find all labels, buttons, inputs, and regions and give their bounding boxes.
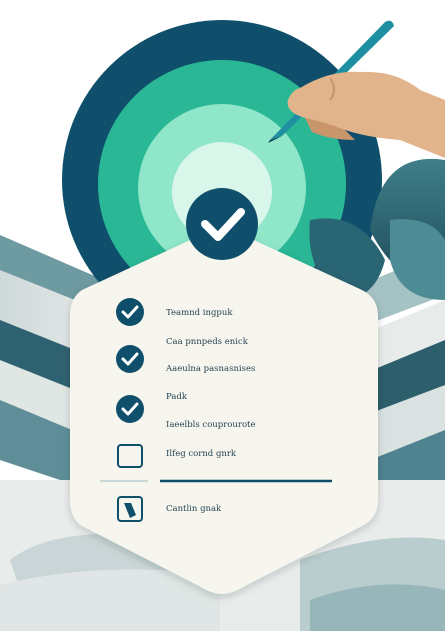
checklist-item-label: Iaeelbls couprourote	[166, 420, 256, 430]
checklist-item-label: Caa pnnpeds enick	[166, 337, 248, 347]
checklist-item-label: Teamnd ingpuk	[166, 308, 233, 318]
check-circle-icon	[116, 345, 144, 373]
check-circle-icon	[116, 395, 144, 423]
check-circle-icon	[116, 298, 144, 326]
checklist-item-label: Aaeulna pasnasnises	[166, 364, 256, 374]
checklist-item-label: Ilfeg cornd gnrk	[166, 449, 237, 459]
header-badge	[186, 188, 258, 260]
checklist-item-label: Padk	[166, 392, 187, 402]
checklist-item-label: Cantlin gnak	[166, 504, 222, 514]
